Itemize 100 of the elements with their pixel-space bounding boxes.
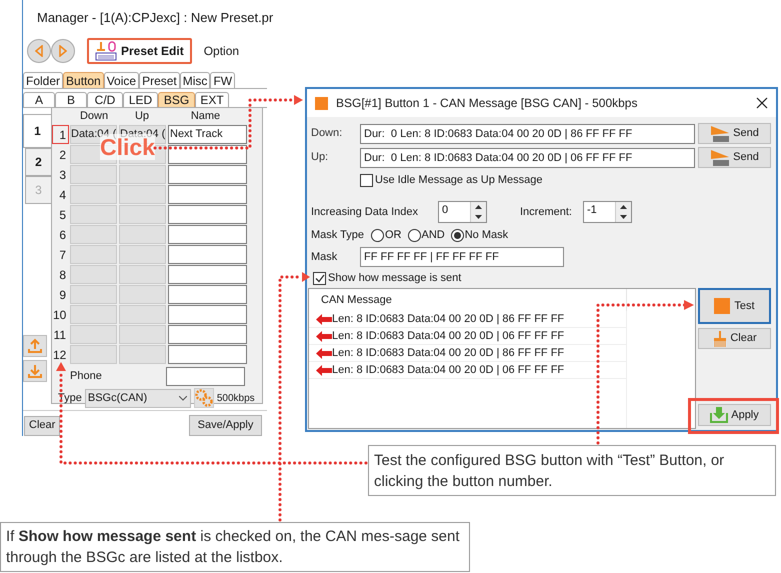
up-cell[interactable]: [119, 244, 166, 264]
tab[interactable]: BSG: [158, 92, 195, 107]
gears-icon: [194, 389, 213, 407]
row-number[interactable]: 6: [52, 224, 69, 244]
row-number[interactable]: 7: [52, 244, 69, 264]
checkbox[interactable]: [360, 174, 373, 186]
row-number[interactable]: 12: [52, 344, 69, 364]
down-cell[interactable]: [70, 164, 117, 184]
increment-spinbox[interactable]: -1: [583, 201, 632, 223]
preset-edit-button[interactable]: Preset Edit: [87, 38, 192, 64]
name-field[interactable]: [168, 324, 247, 344]
row-number[interactable]: 10: [52, 304, 69, 324]
down-cell[interactable]: [70, 204, 117, 224]
tab[interactable]: B: [55, 92, 87, 107]
apply-button[interactable]: Apply: [698, 404, 771, 426]
radio-button[interactable]: [408, 228, 420, 242]
list-item[interactable]: Len: 8 ID:0683 Data:04 00 20 0D | 06 FF FF FF: [332, 328, 564, 344]
radio-button[interactable]: [371, 228, 384, 242]
up-cell[interactable]: [119, 324, 166, 344]
tab[interactable]: Voice: [104, 72, 140, 88]
up-cell[interactable]: [119, 224, 166, 244]
spin-up-icon[interactable]: [471, 202, 486, 212]
up-cell[interactable]: [119, 284, 166, 304]
settings-button[interactable]: [194, 388, 214, 408]
up-cell[interactable]: [119, 264, 166, 284]
tab[interactable]: Misc: [180, 72, 210, 88]
phone-field[interactable]: [166, 366, 245, 386]
down-cell[interactable]: [70, 264, 117, 284]
tab[interactable]: EXT: [195, 92, 229, 107]
list-header: CAN Message: [321, 292, 392, 308]
row-number[interactable]: 4: [52, 184, 69, 204]
move-up-button[interactable]: [23, 335, 47, 357]
save-apply-button[interactable]: Save/Apply: [189, 415, 262, 436]
name-field[interactable]: [168, 164, 247, 184]
down-cell[interactable]: [70, 284, 117, 304]
back-button[interactable]: [27, 39, 51, 63]
name-field[interactable]: [168, 264, 247, 284]
name-field[interactable]: [168, 144, 247, 164]
tab[interactable]: A: [23, 92, 55, 107]
window-title: Manager - [1(A):CPJexc] : New Preset.pr: [37, 9, 274, 28]
spin-down-icon[interactable]: [471, 212, 486, 222]
name-field[interactable]: [168, 244, 247, 264]
list-item[interactable]: Len: 8 ID:0683 Data:04 00 20 0D | 86 FF FF FF: [332, 310, 564, 328]
move-down-button[interactable]: [23, 360, 47, 382]
list-item[interactable]: Len: 8 ID:0683 Data:04 00 20 0D | 06 FF FF FF: [332, 362, 564, 378]
row-number[interactable]: 5: [52, 204, 69, 224]
tab[interactable]: Preset: [139, 72, 180, 88]
tab[interactable]: LED: [123, 92, 158, 107]
field-label: Mask: [311, 250, 338, 265]
up-cell[interactable]: [119, 164, 166, 184]
name-field[interactable]: [168, 284, 247, 304]
name-field[interactable]: [168, 224, 247, 244]
down-cell[interactable]: [70, 244, 117, 264]
send-button[interactable]: Send: [698, 123, 771, 144]
name-field[interactable]: Next Track: [168, 124, 247, 144]
message-listbox[interactable]: CAN Message Len: 8 ID:0683 Data:04 00 20 0D | 86 FF FF FF Len: 8 ID:0683 Data:04 00 20 0D | 06 FF FF FF Len: 8 ID:0683 Data:04 00 20 0D | 86 FF FF FF Len: 8 ID:0683 Data:04 00 20 0D | 06 FF FF FF: [308, 288, 696, 429]
tab[interactable]: FW: [210, 72, 236, 88]
option-label[interactable]: Option: [204, 42, 240, 60]
up-cell[interactable]: [119, 344, 166, 364]
index-spinbox[interactable]: 0: [438, 201, 487, 223]
page-tab[interactable]: 2: [25, 148, 51, 176]
checkbox[interactable]: [313, 272, 326, 284]
clear-button[interactable]: Clear: [698, 328, 771, 349]
down-cell[interactable]: [70, 304, 117, 324]
down-cell[interactable]: [70, 324, 117, 344]
name-field[interactable]: [168, 304, 247, 324]
tab[interactable]: C/D: [87, 92, 123, 107]
row-number[interactable]: 8: [52, 264, 69, 284]
row-number[interactable]: 3: [52, 164, 69, 184]
up-cell[interactable]: [119, 304, 166, 324]
row-number[interactable]: 11: [52, 324, 69, 344]
type-dropdown[interactable]: BSGc(CAN): [84, 388, 191, 408]
close-icon[interactable]: [756, 97, 768, 109]
spin-up-icon[interactable]: [616, 202, 631, 212]
download-icon: [27, 363, 43, 379]
test-button[interactable]: Test: [698, 288, 771, 324]
row-number[interactable]: 9: [52, 284, 69, 304]
tab[interactable]: Folder: [23, 72, 64, 88]
list-item[interactable]: Len: 8 ID:0683 Data:04 00 20 0D | 86 FF FF FF: [332, 344, 564, 362]
down-cell[interactable]: [70, 224, 117, 244]
row-number[interactable]: 2: [52, 144, 69, 164]
mask-field[interactable]: FF FF FF FF | FF FF FF FF: [360, 247, 564, 267]
message-field[interactable]: Dur: 0 Len: 8 ID:0683 Data:04 00 20 0D | 86 FF FF FF: [360, 124, 695, 144]
forward-button[interactable]: [51, 39, 75, 63]
down-cell[interactable]: [70, 184, 117, 204]
spin-down-icon[interactable]: [616, 212, 631, 222]
tab[interactable]: Button: [63, 72, 104, 88]
up-cell[interactable]: [119, 204, 166, 224]
row-number[interactable]: 1: [52, 124, 69, 144]
up-cell[interactable]: [119, 184, 166, 204]
send-button[interactable]: Send: [698, 147, 771, 168]
dialog-title: BSG[#1] Button 1 - CAN Message [BSG CAN] - 500kbps: [336, 95, 638, 112]
radio-button[interactable]: [450, 228, 464, 242]
name-field[interactable]: [168, 184, 247, 204]
down-cell[interactable]: [70, 344, 117, 364]
page-tab[interactable]: 1: [23, 114, 51, 148]
name-field[interactable]: [168, 204, 247, 224]
message-field[interactable]: Dur: 0 Len: 8 ID:0683 Data:04 00 20 0D | 06 FF FF FF: [360, 148, 695, 168]
clear-button[interactable]: Clear: [24, 416, 60, 436]
name-field[interactable]: [168, 344, 247, 364]
